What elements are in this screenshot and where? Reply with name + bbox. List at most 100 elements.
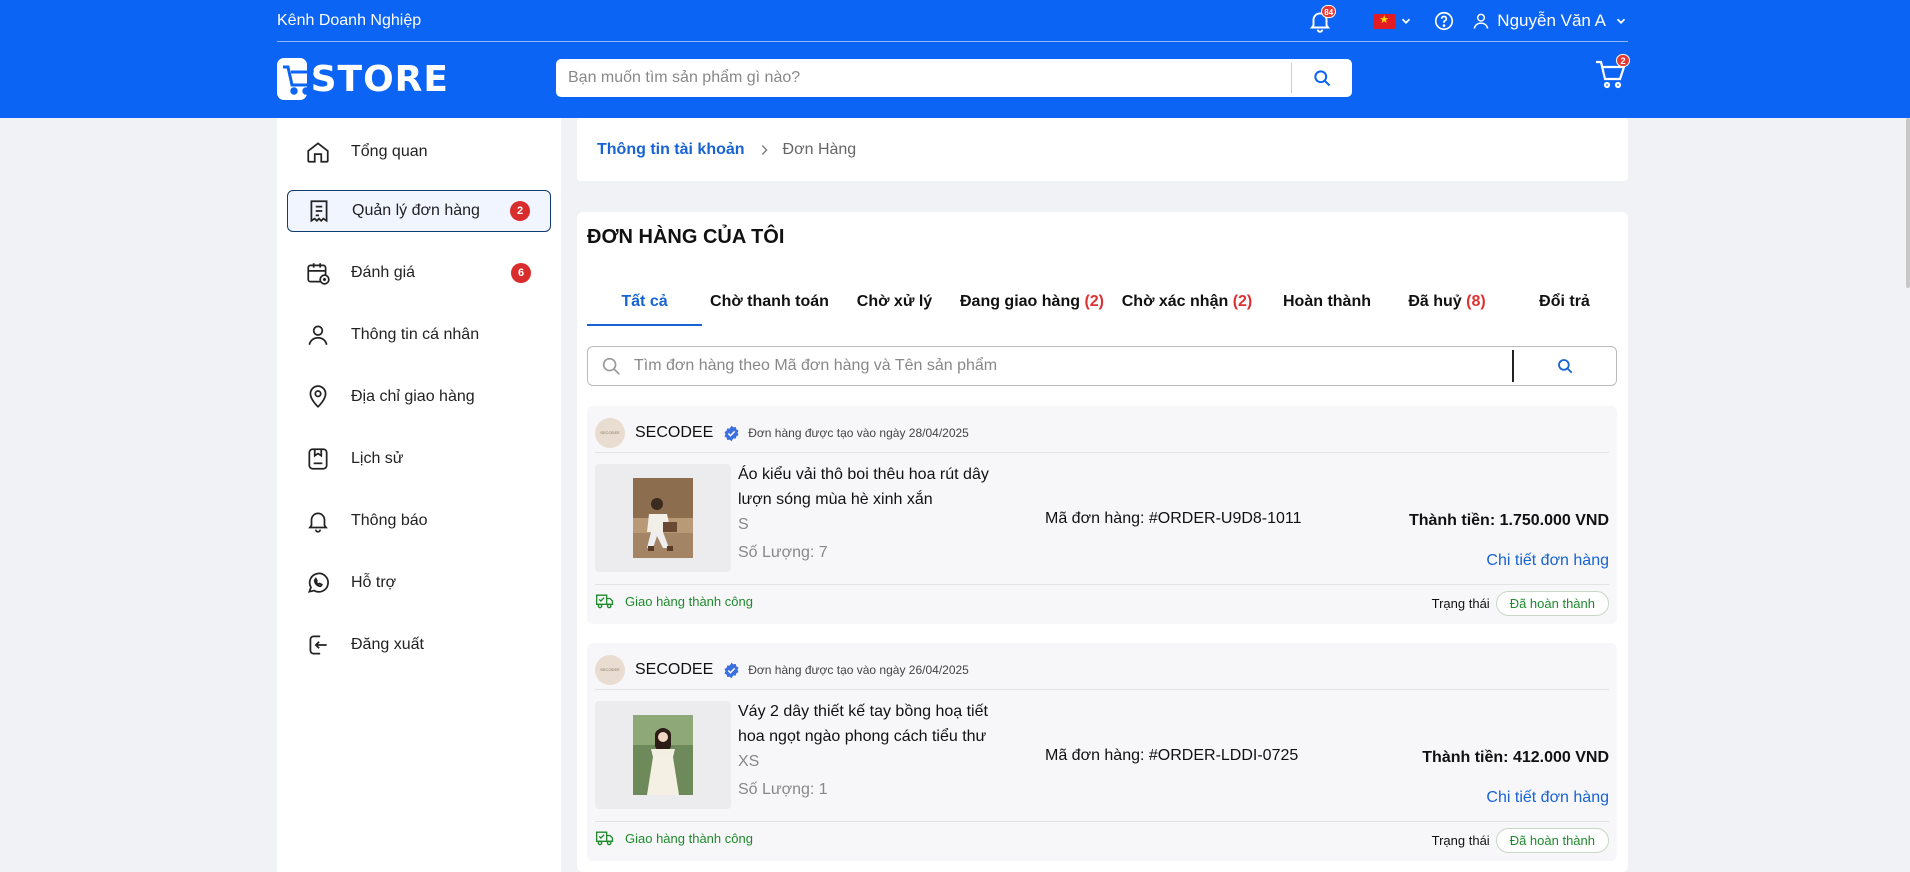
verified-badge-icon: [724, 425, 739, 441]
order-search-bar: Tìm đơn hàng theo Mã đơn hàng và Tên sản…: [587, 346, 1617, 386]
product-variant: XS: [738, 753, 760, 770]
cart-logo-icon: [283, 65, 315, 95]
product-search-bar: Bạn muốn tìm sản phẩm gì nào?: [556, 59, 1352, 97]
store-logo[interactable]: STORE: [277, 58, 449, 100]
shop-name[interactable]: SECODEE: [635, 661, 713, 679]
logo-text: STORE: [310, 58, 449, 100]
search-icon: [1558, 359, 1573, 374]
orders-panel: ĐƠN HÀNG CỦA TÔI Tất cả Chờ thanh toán C…: [577, 212, 1628, 872]
shipping-status: Giao hàng thành công: [595, 590, 753, 612]
business-channel-link[interactable]: Kênh Doanh Nghiệp: [277, 12, 421, 30]
user-chevron-down-icon[interactable]: [1614, 14, 1628, 28]
account-sidebar: Tổng quan Quản lý đơn hàng 2 Đánh giá 6 …: [277, 118, 561, 872]
status-label: Trạng thái: [1431, 595, 1490, 611]
shop-row: SECODEE SECODEE Đơn hàng được tạo vào ng…: [595, 655, 969, 685]
sidebar-item-label: Hỗ trợ: [351, 574, 397, 591]
home-icon: [307, 142, 329, 163]
help-icon[interactable]: [1433, 10, 1455, 32]
tab-cancelled[interactable]: Đã huỷ (8): [1397, 284, 1497, 326]
tab-completed[interactable]: Hoàn thành: [1272, 284, 1382, 326]
product-thumbnail[interactable]: [595, 464, 731, 572]
top-utility-bar: Kênh Doanh Nghiệp 84 Nguyễn Văn A: [277, 0, 1628, 42]
sidebar-item-label: Quản lý đơn hàng: [352, 202, 480, 219]
status-badge: Đã hoàn thành: [1495, 590, 1609, 616]
sidebar-item-profile[interactable]: Thông tin cá nhân: [287, 314, 551, 356]
order-total: Thành tiền: 1.750.000 VND: [1408, 512, 1609, 529]
user-icon: [308, 325, 328, 345]
tab-count: (8): [1466, 293, 1486, 310]
shop-name[interactable]: SECODEE: [635, 424, 713, 442]
order-card: SECODEE SECODEE Đơn hàng được tạo vào ng…: [587, 643, 1617, 861]
sidebar-item-label: Tổng quan: [351, 143, 428, 160]
delivery-truck-icon: [596, 594, 614, 609]
sidebar-item-support[interactable]: Hỗ trợ: [287, 562, 551, 604]
sidebar-item-label: Thông tin cá nhân: [351, 326, 480, 343]
search-icon: [602, 357, 620, 375]
order-status: Trạng thái Đã hoàn thành: [1432, 827, 1609, 853]
tab-label: Chờ xử lý: [856, 293, 933, 310]
shipping-status: Giao hàng thành công: [595, 827, 753, 849]
breadcrumb-current: Đơn Hàng: [782, 140, 857, 158]
order-search-button[interactable]: [1514, 346, 1616, 386]
tab-returns[interactable]: Đổi trả: [1522, 284, 1607, 326]
order-divider: [595, 584, 1609, 585]
sidebar-item-address[interactable]: Địa chỉ giao hàng: [287, 376, 551, 418]
product-thumbnail[interactable]: [595, 701, 731, 809]
sidebar-item-label: Lịch sử: [351, 450, 404, 467]
product-search-input[interactable]: Bạn muốn tìm sản phẩm gì nào?: [556, 69, 1291, 87]
user-name[interactable]: Nguyễn Văn A: [1497, 11, 1606, 31]
tab-label: Chờ thanh toán: [710, 293, 829, 310]
tab-count: (2): [1232, 293, 1253, 310]
tab-shipping[interactable]: Đang giao hàng (2): [957, 284, 1107, 326]
tab-label: Đổi trả: [1539, 293, 1590, 310]
order-detail-link[interactable]: Chi tiết đơn hàng: [1486, 552, 1609, 570]
product-image: [633, 478, 693, 558]
search-icon: [1314, 70, 1331, 87]
shop-avatar[interactable]: SECODEE: [595, 655, 625, 685]
tab-all[interactable]: Tất cả: [587, 284, 702, 326]
order-status: Trạng thái Đã hoàn thành: [1432, 590, 1609, 616]
shipping-status-text: Giao hàng thành công: [625, 830, 753, 846]
product-quantity: Số Lượng: 7: [738, 544, 828, 561]
sidebar-item-orders[interactable]: Quản lý đơn hàng 2: [287, 190, 551, 232]
product-name[interactable]: Váy 2 dây thiết kế tay bồng hoạ tiết hoa…: [738, 699, 1008, 749]
product-name[interactable]: Áo kiểu vải thô boi thêu hoa rút dây lượ…: [738, 462, 1008, 512]
user-icon[interactable]: [1471, 11, 1491, 31]
calendar-review-icon: [307, 263, 330, 285]
order-created-date: Đơn hàng được tạo vào ngày 26/04/2025: [748, 663, 969, 677]
product-variant: S: [738, 516, 749, 533]
phone-support-icon: [307, 572, 329, 593]
status-label: Trạng thái: [1431, 832, 1490, 848]
breadcrumb-account-link[interactable]: Thông tin tài khoản: [597, 141, 745, 159]
order-total: Thành tiền: 412.000 VND: [1422, 749, 1609, 766]
sidebar-item-label: Địa chỉ giao hàng: [351, 388, 475, 405]
order-divider: [595, 452, 1609, 453]
location-pin-icon: [309, 385, 327, 408]
sidebar-item-overview[interactable]: Tổng quan: [287, 131, 551, 173]
breadcrumb: Thông tin tài khoản Đơn Hàng: [577, 118, 1628, 181]
cart-count-badge: 2: [1616, 54, 1630, 67]
tab-processing[interactable]: Chờ xử lý: [852, 284, 937, 326]
tab-label: Hoàn thành: [1283, 293, 1371, 310]
tab-awaiting-confirmation[interactable]: Chờ xác nhận (2): [1117, 284, 1257, 326]
chevron-right-icon: [761, 144, 768, 155]
tab-count: (2): [1084, 293, 1104, 310]
sidebar-item-history[interactable]: Lịch sử: [287, 438, 551, 480]
sidebar-item-logout[interactable]: Đăng xuất: [287, 624, 551, 666]
order-detail-link[interactable]: Chi tiết đơn hàng: [1486, 789, 1609, 807]
top-right-actions: 84 Nguyễn Văn A: [1307, 5, 1628, 34]
chevron-down-icon[interactable]: [1399, 14, 1413, 28]
status-badge: Đã hoàn thành: [1495, 827, 1609, 853]
logo-badge: [277, 58, 315, 100]
sidebar-item-reviews[interactable]: Đánh giá 6: [287, 252, 551, 294]
product-search-button[interactable]: [1292, 59, 1352, 97]
tab-pending-payment[interactable]: Chờ thanh toán: [707, 284, 832, 326]
cart-button[interactable]: 2: [1594, 54, 1630, 93]
sidebar-item-label: Đánh giá: [351, 264, 416, 281]
sidebar-item-notifications[interactable]: Thông báo: [287, 500, 551, 542]
shop-avatar[interactable]: SECODEE: [595, 418, 625, 448]
order-search-input[interactable]: Tìm đơn hàng theo Mã đơn hàng và Tên sản…: [634, 357, 1512, 375]
notification-button[interactable]: 84: [1307, 5, 1337, 34]
page-scrollbar[interactable]: [1906, 118, 1910, 288]
vietnam-flag-icon[interactable]: [1373, 13, 1396, 29]
